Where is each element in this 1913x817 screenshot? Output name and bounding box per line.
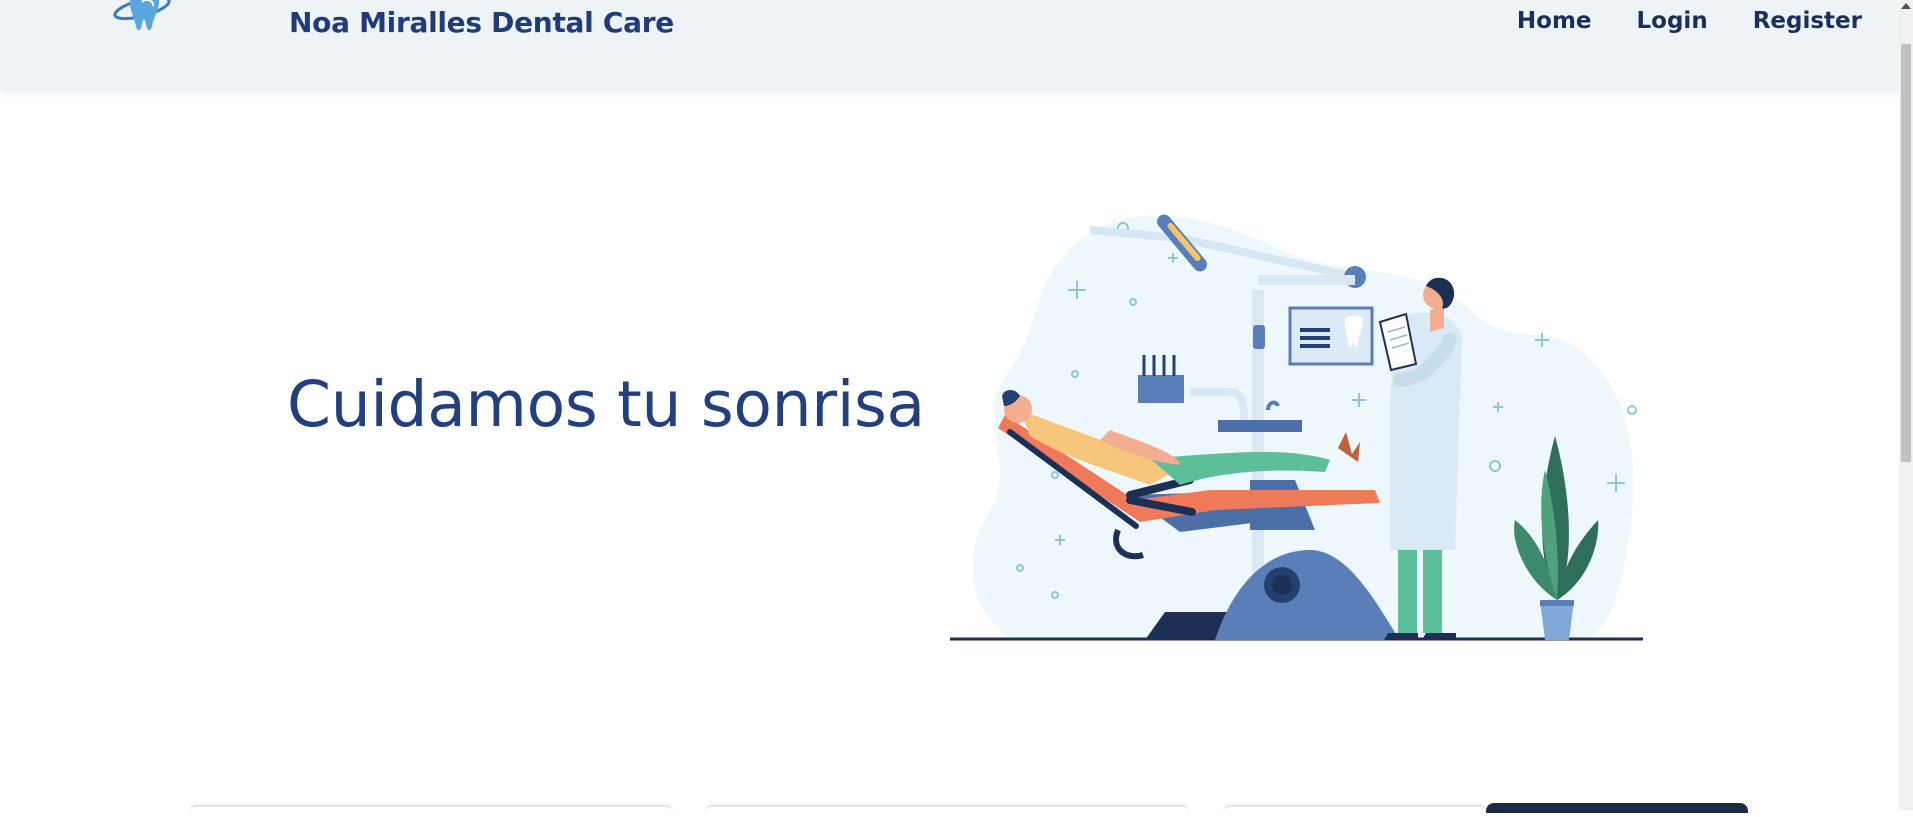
nav-login-link[interactable]: Login	[1637, 8, 1708, 34]
vertical-scrollbar[interactable]	[1899, 0, 1913, 810]
tooth-logo-icon[interactable]	[112, 0, 176, 44]
scroll-thumb[interactable]	[1901, 44, 1911, 462]
nav-home-link[interactable]: Home	[1517, 8, 1592, 34]
service-card	[706, 805, 1188, 817]
site-header: Noa Miralles Dental Care Home Login Regi…	[0, 0, 1899, 90]
service-card-dark	[1486, 803, 1748, 813]
service-card	[190, 805, 672, 817]
dentist-illustration	[950, 214, 1643, 641]
main-nav: Home Login Register	[1517, 8, 1862, 34]
nav-register-link[interactable]: Register	[1753, 8, 1862, 34]
scroll-up-arrow-icon[interactable]	[1901, 3, 1911, 9]
hero-title: Cuidamos tu sonrisa	[287, 368, 925, 441]
service-card	[1224, 805, 1486, 817]
site-brand[interactable]: Noa Miralles Dental Care	[289, 6, 674, 39]
